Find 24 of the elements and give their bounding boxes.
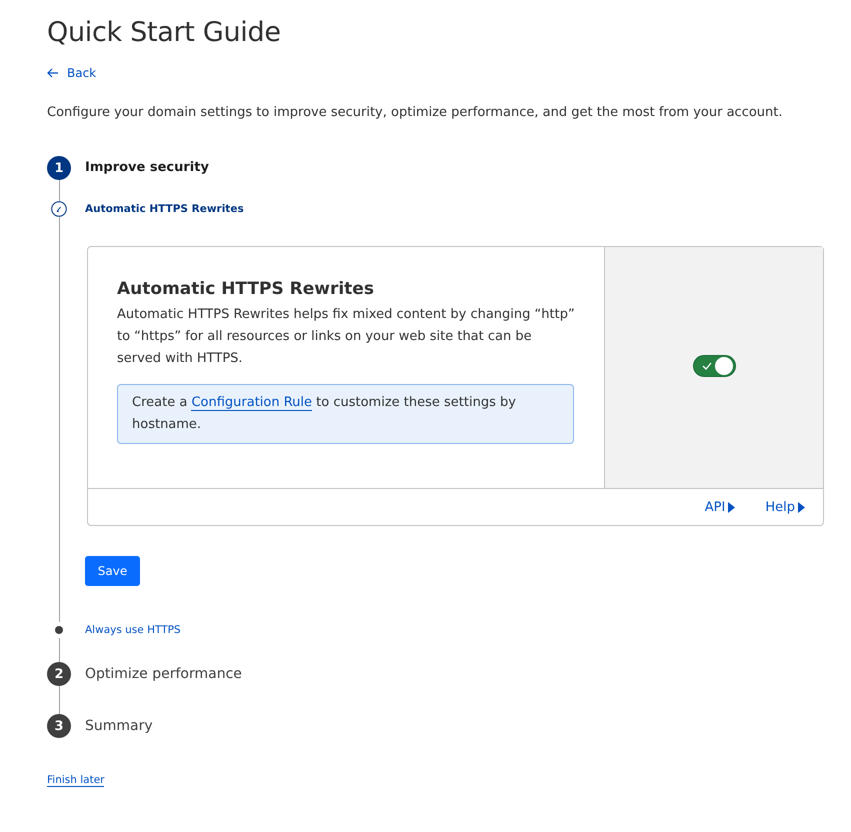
step-label: Summary: [85, 717, 154, 736]
substep-link[interactable]: Always use HTTPS: [85, 622, 831, 638]
footer-link[interactable]: API: [704, 500, 736, 514]
intro-text: Configure your domain settings to improve security, optimize performance, and get the most from your account.: [47, 104, 784, 122]
caret-icon: [728, 502, 736, 512]
step-label: Optimize performance: [85, 665, 243, 684]
arrow-left-icon: [47, 68, 59, 78]
step-label: Improve security: [85, 159, 210, 177]
configuration-rule-link[interactable]: Configuration Rule: [191, 395, 312, 411]
substep-link[interactable]: Automatic HTTPS Rewrites: [85, 201, 831, 217]
finish-later-link[interactable]: Finish later: [47, 774, 104, 787]
footer-link[interactable]: Help: [765, 500, 805, 514]
info-note: Create a Configuration Rule to customize these settings by hostname.: [117, 384, 574, 444]
card-description: Automatic HTTPS Rewrites helps fix mixed content by changing “http” to “https” for all resources or links on your web site that can be served with HTTPS.: [117, 306, 576, 368]
caret-icon: [798, 502, 805, 512]
save-button[interactable]: Save: [85, 556, 140, 586]
check-icon: [702, 362, 712, 370]
step-number: 2: [47, 662, 71, 686]
step-number: 3: [47, 714, 71, 738]
toggle-switch[interactable]: [692, 355, 736, 377]
page-title: Quick Start Guide: [47, 16, 282, 50]
back-link[interactable]: Back: [47, 66, 96, 80]
card-title: Automatic HTTPS Rewrites: [117, 278, 375, 300]
step-number: 1: [47, 156, 71, 180]
